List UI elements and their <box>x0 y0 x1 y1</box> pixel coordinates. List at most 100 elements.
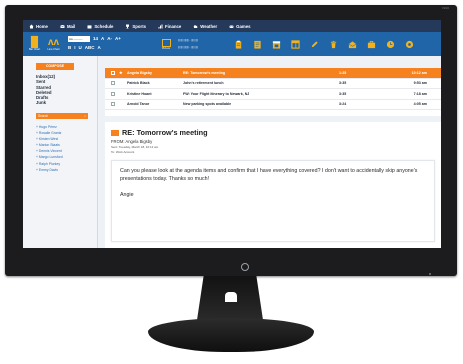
monitor-bezel: VZ20 Home Mail Schedule Sports Finance W… <box>5 5 457 276</box>
reading-subject: RE: Tomorrow's meeting <box>122 128 208 137</box>
message-checkbox[interactable] <box>111 102 115 107</box>
reading-pane: RE: Tomorrow's meeting FROM: Angela Bigs… <box>105 122 441 248</box>
message-row[interactable]: Kristine Hoant FW: Your Flight Itinerary… <box>105 89 441 100</box>
format-controls: Aa ——— 14 A A- A+ B I U ABC A <box>68 36 154 52</box>
message-size: 3:35 <box>339 81 347 86</box>
home-icon <box>29 24 34 28</box>
nav-sports[interactable]: Sports <box>125 24 146 29</box>
message-time: 10:12 am <box>411 70 427 75</box>
ribbon-text-area: |||||||| ||||||| - ||||| |||| |||||||| |… <box>178 37 226 51</box>
nav-games[interactable]: Games <box>229 23 251 29</box>
message-from: Patrick Black <box>127 81 150 86</box>
message-time: 4:05 am <box>413 102 427 107</box>
nav-home[interactable]: Home <box>29 24 48 29</box>
reading-to: To: Work Account <box>111 150 135 154</box>
briefcase-icon[interactable] <box>367 40 376 49</box>
message-size: 3:24 <box>339 102 347 107</box>
pencil-icon[interactable] <box>310 40 319 49</box>
message-row[interactable]: Patrick Black John's retirement lunch 3:… <box>105 79 441 89</box>
message-from: Arnold Tanor <box>127 102 150 107</box>
reading-from: FROM: Angela Bigsby <box>111 139 153 144</box>
brand-logo-icon <box>241 263 249 271</box>
flag-icon[interactable]: ★ <box>119 70 127 75</box>
contact-item[interactable]: + Emmy Davis <box>36 167 63 173</box>
ribbon-toolbar: ▐▌ Bar Chart ʌʌ Line Chart Aa ——— 14 A A… <box>23 32 441 56</box>
mail-icon <box>60 24 65 28</box>
layout-icon[interactable] <box>291 39 300 49</box>
notes-icon[interactable] <box>253 40 262 49</box>
bar-chart-tool[interactable]: ▐▌ Bar Chart <box>27 36 42 51</box>
monitor-model-label: VZ20 <box>441 6 449 10</box>
italic-button[interactable]: I <box>74 45 75 52</box>
folder-junk[interactable]: Junk <box>36 100 55 105</box>
cloud-icon <box>194 24 198 28</box>
ribbon-action-icons <box>234 39 414 49</box>
mail-sidebar: COMPOSE Inbox(12) Sent Starred Deleted D… <box>23 56 98 248</box>
nav-weather-label: Weather <box>200 23 218 29</box>
contact-search-input[interactable]: Search ⌕ <box>36 113 88 119</box>
nav-games-label: Games <box>236 23 251 29</box>
contact-list: + Hugo Pérez + Rosalie Grantz + Kirsten … <box>36 124 63 173</box>
stand-cable-hole <box>225 292 237 302</box>
font-color-button[interactable]: A <box>101 36 104 43</box>
nav-sports-label: Sports <box>132 23 147 29</box>
message-from: Kristine Hoant <box>127 91 152 96</box>
contact-item[interactable]: + Ralph Plurkey <box>36 161 63 167</box>
message-row[interactable]: Arnold Tanor New parking spots available… <box>105 100 441 110</box>
settings-icon[interactable] <box>405 40 414 49</box>
nav-mail[interactable]: Mail <box>60 24 75 29</box>
nav-schedule[interactable]: Schedule <box>87 24 113 29</box>
message-body: Can you please look at the agenda items … <box>111 160 435 242</box>
nav-mail-label: Mail <box>66 23 76 29</box>
nav-schedule-label: Schedule <box>94 23 114 29</box>
message-subject: New parking spots available <box>183 102 232 107</box>
chart-icon <box>158 24 163 28</box>
monitor-stand-base <box>148 318 314 352</box>
bold-button[interactable]: B <box>68 45 71 52</box>
reading-sent: Sent: Tuesday, March 18, 10:12 am <box>111 145 159 149</box>
nav-finance[interactable]: Finance <box>158 24 181 29</box>
trophy-icon <box>126 24 130 28</box>
strikethrough-button[interactable]: ABC <box>85 45 95 52</box>
gamepad-icon <box>229 25 234 28</box>
underline-button[interactable]: U <box>79 45 82 52</box>
contact-item[interactable]: + Margo Lunsford <box>36 154 63 160</box>
message-subject: RE: Tomorrow's meeting <box>183 70 226 75</box>
font-select[interactable]: Aa ——— <box>68 36 90 42</box>
picture-icon <box>161 38 171 47</box>
clock-icon[interactable] <box>386 40 395 49</box>
message-list: ★ Angela Bigsby RE: Tomorrow's meeting 1… <box>105 68 441 116</box>
message-body-text: Can you please look at the agenda items … <box>120 168 418 182</box>
increase-font-button[interactable]: A+ <box>115 36 121 43</box>
envelope-open-icon[interactable] <box>348 40 357 49</box>
trash-icon[interactable] <box>329 40 338 49</box>
message-checkbox[interactable] <box>111 70 115 75</box>
message-size: 3:35 <box>339 91 347 96</box>
line-chart-icon: ʌʌ <box>47 36 60 48</box>
calendar-icon[interactable] <box>272 40 281 49</box>
message-subject: FW: Your Flight Itinerary to Newark, NJ <box>183 91 250 96</box>
reading-title: RE: Tomorrow's meeting <box>111 128 208 137</box>
compose-button[interactable]: COMPOSE <box>36 63 74 70</box>
message-checkbox[interactable] <box>111 81 115 86</box>
clipboard-icon[interactable] <box>234 40 243 49</box>
message-time: 7:18 am <box>413 91 427 96</box>
message-from: Angela Bigsby <box>127 70 152 75</box>
nav-finance-label: Finance <box>165 23 182 29</box>
bar-chart-icon: ▐▌ <box>27 36 42 48</box>
top-navigation: Home Mail Schedule Sports Finance Weathe… <box>23 20 441 32</box>
decrease-font-button[interactable]: A- <box>107 36 112 43</box>
line-chart-tool[interactable]: ʌʌ Line Chart <box>46 36 61 51</box>
insert-picture-label: Picture <box>161 46 171 50</box>
highlight-button[interactable]: A <box>98 45 101 52</box>
message-signature: Angie <box>120 192 134 198</box>
nav-weather[interactable]: Weather <box>193 24 217 29</box>
power-button[interactable] <box>429 273 431 275</box>
message-row[interactable]: ★ Angela Bigsby RE: Tomorrow's meeting 1… <box>105 68 441 79</box>
contact-search-label: Search <box>38 114 49 118</box>
message-size: 1:25 <box>339 70 347 75</box>
message-time: 9:53 am <box>413 81 427 86</box>
insert-picture-button[interactable]: Picture <box>160 38 172 50</box>
message-checkbox[interactable] <box>111 91 115 96</box>
font-size-select[interactable]: 14 <box>93 36 98 43</box>
